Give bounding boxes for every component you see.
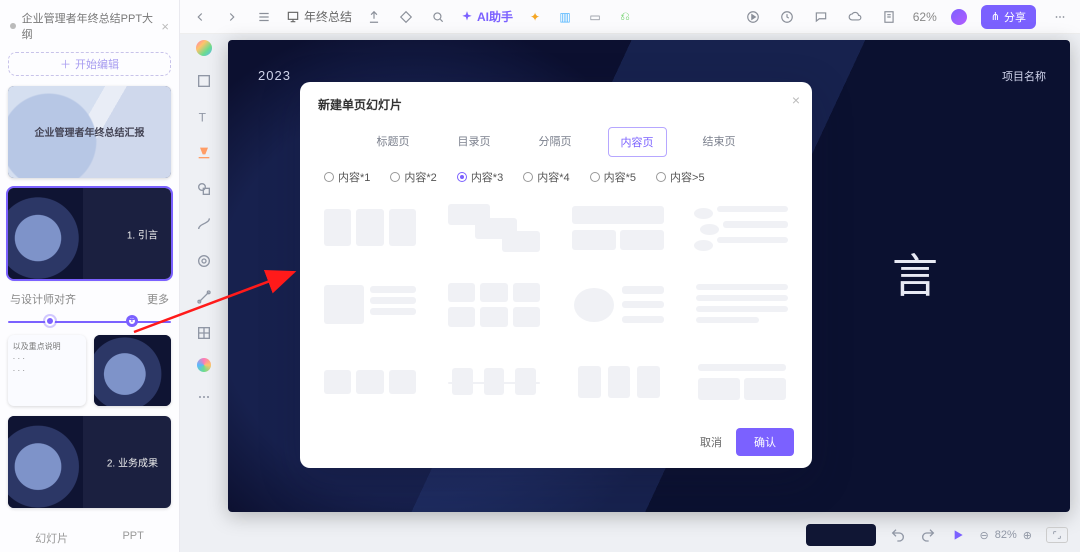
layout-option[interactable] bbox=[690, 351, 794, 412]
radio-content-3[interactable]: 内容*3 bbox=[457, 169, 503, 185]
layout-option[interactable] bbox=[442, 351, 546, 412]
layout-option[interactable] bbox=[318, 197, 422, 258]
tab-end-page[interactable]: 结束页 bbox=[691, 127, 748, 157]
modal-tabs: 标题页 目录页 分隔页 内容页 结束页 bbox=[318, 127, 794, 157]
radio-content-2[interactable]: 内容*2 bbox=[390, 169, 436, 185]
tab-divider-page[interactable]: 分隔页 bbox=[527, 127, 584, 157]
tab-title-page[interactable]: 标题页 bbox=[365, 127, 422, 157]
radio-content-1[interactable]: 内容*1 bbox=[324, 169, 370, 185]
radio-content-gt5[interactable]: 内容>5 bbox=[656, 169, 705, 185]
layout-option[interactable] bbox=[566, 274, 670, 335]
layout-gallery bbox=[318, 197, 794, 420]
radio-content-4[interactable]: 内容*4 bbox=[523, 169, 569, 185]
modal-title: 新建单页幻灯片 bbox=[318, 96, 794, 113]
tab-content-page[interactable]: 内容页 bbox=[608, 127, 667, 157]
layout-option[interactable] bbox=[442, 197, 546, 258]
new-slide-modal: 新建单页幻灯片 × 标题页 目录页 分隔页 内容页 结束页 内容*1 内容*2 … bbox=[300, 82, 812, 468]
modal-footer: 取消 确认 bbox=[318, 428, 794, 456]
tab-toc-page[interactable]: 目录页 bbox=[446, 127, 503, 157]
modal-close-icon[interactable]: × bbox=[792, 92, 800, 108]
layout-option[interactable] bbox=[318, 351, 422, 412]
content-count-radios: 内容*1 内容*2 内容*3 内容*4 内容*5 内容>5 bbox=[318, 169, 794, 185]
layout-option[interactable] bbox=[690, 274, 794, 335]
layout-option[interactable] bbox=[566, 197, 670, 258]
layout-option[interactable] bbox=[442, 274, 546, 335]
layout-option[interactable] bbox=[566, 351, 670, 412]
layout-option[interactable] bbox=[318, 274, 422, 335]
radio-content-5[interactable]: 内容*5 bbox=[590, 169, 636, 185]
cancel-button[interactable]: 取消 bbox=[700, 434, 722, 450]
confirm-button[interactable]: 确认 bbox=[736, 428, 794, 456]
layout-option[interactable] bbox=[690, 197, 794, 258]
